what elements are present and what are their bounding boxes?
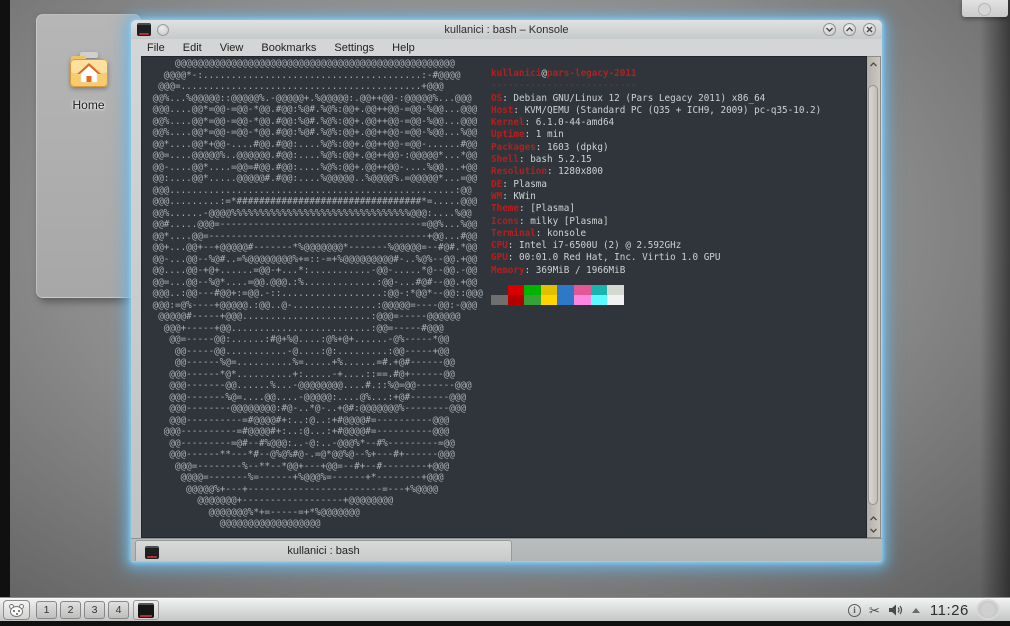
palette-block [491, 295, 508, 305]
terminal-tab-icon [145, 546, 159, 559]
palette-block [541, 295, 558, 305]
menu-settings[interactable]: Settings [326, 41, 382, 55]
taskbar-konsole-button[interactable] [133, 600, 159, 620]
color-palette [491, 285, 624, 305]
palette-block [541, 285, 558, 295]
pager: 1234 [36, 601, 129, 619]
notifications-info-icon[interactable]: i [848, 604, 861, 617]
titlebar[interactable]: kullanici : bash – Konsole [131, 20, 882, 39]
tray-expand-icon[interactable] [912, 608, 920, 613]
menubar: FileEditViewBookmarksSettingsHelp [131, 39, 882, 56]
terminal-view[interactable]: @@@@@@@@@@@@@@@@@@@@@@@@@@@@@@@@@@@@@@@@… [141, 56, 867, 538]
menu-edit[interactable]: Edit [175, 41, 210, 55]
palette-row1 [491, 285, 624, 295]
screen: Home kullanici : bash – Konsole [0, 0, 1010, 626]
palette-block [591, 295, 608, 305]
system-tray: i ✂ 11:26 [848, 599, 969, 621]
palette-block [524, 295, 541, 305]
palette-block [591, 285, 608, 295]
close-icon [866, 26, 873, 33]
window-title: kullanici : bash – Konsole [131, 24, 882, 36]
palette-block [557, 295, 574, 305]
palette-row2 [491, 295, 624, 305]
menu-bookmarks[interactable]: Bookmarks [253, 41, 324, 55]
app-launcher-button[interactable] [3, 600, 30, 620]
palette-block [508, 285, 525, 295]
desktop-toolbox[interactable] [962, 0, 1008, 17]
tab-kullanici-bash[interactable]: kullanici : bash [135, 540, 512, 561]
palette-block [574, 295, 591, 305]
desktop-toolbox-icon [978, 3, 991, 16]
taskbar-panel: 1234 i ✂ 11:26 [0, 598, 1010, 621]
volume-icon[interactable] [888, 603, 904, 617]
pager-desktop-1[interactable]: 1 [36, 601, 57, 619]
neofetch-info: kullanici@pars-legacy-2011--------------… [491, 68, 821, 277]
menu-file[interactable]: File [139, 41, 173, 55]
chevron-down-icon [826, 27, 833, 32]
ascii-art: @@@@@@@@@@@@@@@@@@@@@@@@@@@@@@@@@@@@@@@@… [147, 58, 483, 530]
home-label: Home [37, 98, 140, 112]
scroll-down-icon[interactable] [867, 525, 880, 535]
pager-desktop-4[interactable]: 4 [108, 601, 129, 619]
palette-block [524, 285, 541, 295]
palette-block [557, 285, 574, 295]
pager-desktop-2[interactable]: 2 [60, 601, 81, 619]
pars-launcher-icon [9, 604, 24, 617]
menu-view[interactable]: View [212, 41, 252, 55]
minimize-button[interactable] [823, 23, 836, 36]
close-button[interactable] [863, 23, 876, 36]
menu-help[interactable]: Help [384, 41, 423, 55]
scrollbar[interactable] [867, 56, 881, 538]
palette-block [508, 295, 525, 305]
maximize-button[interactable] [843, 23, 856, 36]
tabbar: kullanici : bash [131, 538, 882, 561]
folder-view-widget[interactable]: Home [36, 14, 141, 298]
pager-desktop-3[interactable]: 3 [84, 601, 105, 619]
scroll-up2-icon[interactable] [867, 513, 880, 523]
tab-label: kullanici : bash [287, 545, 359, 557]
clipboard-scissors-icon[interactable]: ✂ [869, 604, 880, 617]
konsole-task-icon [138, 603, 154, 618]
chevron-up-icon [846, 27, 853, 32]
clock[interactable]: 11:26 [930, 602, 969, 619]
panel-toolbox-icon[interactable] [976, 599, 1000, 620]
palette-block [574, 285, 591, 295]
palette-block [607, 295, 624, 305]
home-folder-icon [67, 51, 111, 96]
desktop-icon-home[interactable]: Home [37, 51, 140, 112]
konsole-window: kullanici : bash – Konsole FileEditViewB… [131, 20, 882, 562]
scroll-up-icon[interactable] [867, 59, 880, 69]
palette-block [607, 285, 624, 295]
scrollbar-thumb[interactable] [868, 85, 878, 505]
